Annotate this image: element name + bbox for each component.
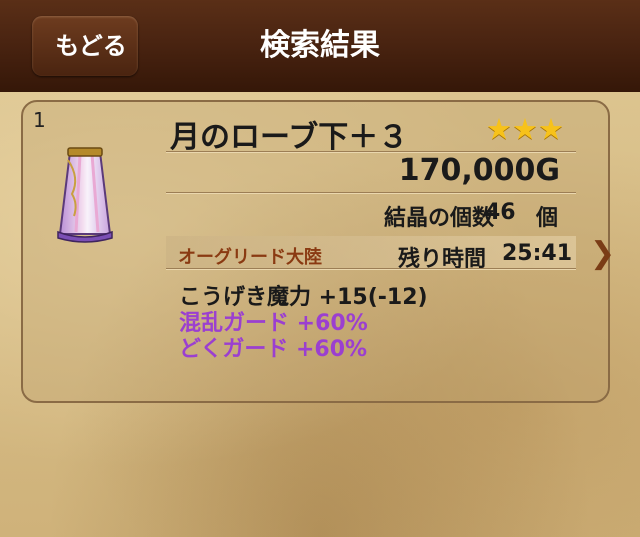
stat-poison-guard: どくガード +60% xyxy=(179,337,368,362)
robe-bottom-icon xyxy=(57,147,113,243)
rarity-stars: ★★★ xyxy=(486,112,564,146)
item-index: 1 xyxy=(33,108,46,132)
crystal-count-value: 46 xyxy=(485,200,516,225)
back-button[interactable]: もどる xyxy=(32,16,138,76)
crystal-count-unit: 個 xyxy=(536,206,559,231)
time-remaining-value: 25:41 xyxy=(502,241,573,266)
header-bar: もどる 検索結果 xyxy=(0,0,640,92)
item-name: 月のローブ下＋３ xyxy=(170,120,409,155)
item-price: 170,000G xyxy=(398,153,560,188)
crystal-count-label: 結晶の個数 xyxy=(384,206,495,231)
divider xyxy=(166,268,576,270)
chevron-right-icon[interactable]: ❯ xyxy=(590,236,615,271)
server-region: オーグリード大陸 xyxy=(178,247,322,268)
divider xyxy=(166,192,576,194)
back-button-label: もどる xyxy=(55,32,127,60)
